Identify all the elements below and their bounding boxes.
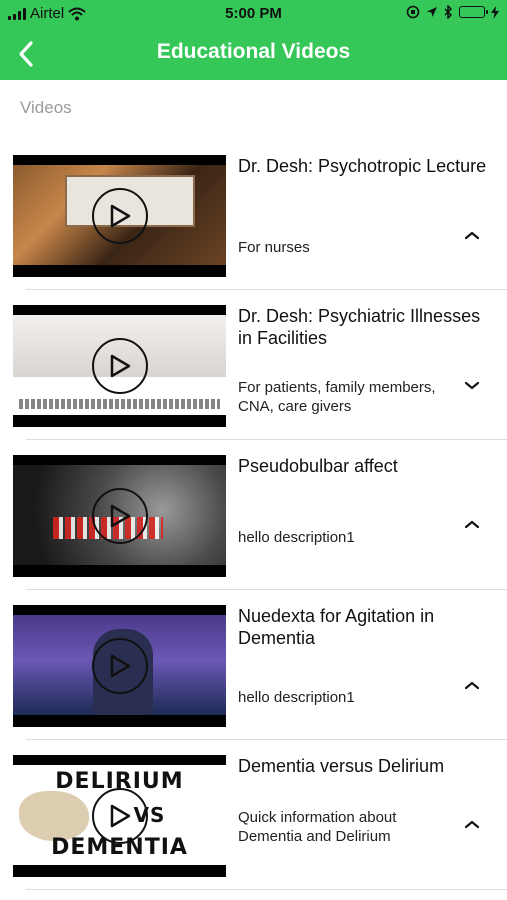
video-item[interactable]: Dr. Desh: Psychotropic Lecture For nurse… — [0, 140, 507, 290]
play-icon[interactable] — [91, 338, 148, 394]
location-icon — [427, 7, 437, 17]
video-title: Dr. Desh: Psychiatric Illnesses in Facil… — [238, 306, 481, 348]
video-description: For patients, family members, CNA, care … — [238, 379, 436, 415]
video-title: Pseudobulbar affect — [238, 456, 398, 476]
video-item[interactable]: Pseudobulbar affect hello description1 — [0, 440, 507, 590]
video-title: Dr. Desh: Psychotropic Lecture — [238, 156, 487, 176]
orientation-lock-icon — [406, 5, 420, 19]
chevron-up-icon[interactable] — [462, 228, 482, 242]
charging-icon — [491, 5, 499, 19]
video-title: Nuedexta for Agitation in Dementia — [238, 606, 435, 648]
play-icon[interactable] — [91, 638, 148, 694]
video-thumbnail[interactable] — [13, 455, 226, 577]
play-icon[interactable] — [91, 488, 148, 544]
video-item[interactable]: Dr. Desh: Psychiatric Illnesses in Facil… — [0, 290, 507, 440]
video-description: For nurses — [238, 239, 310, 256]
video-item[interactable]: DELIRIUM VS DEMENTIA Dementia versus Del… — [0, 740, 507, 890]
page-title: Educational Videos — [156, 40, 351, 63]
video-thumbnail[interactable] — [13, 155, 226, 277]
battery-icon — [459, 6, 488, 18]
row-divider — [26, 889, 507, 890]
chevron-up-icon[interactable] — [462, 678, 482, 692]
chevron-down-icon[interactable] — [462, 378, 482, 392]
video-title: Dementia versus Delirium — [238, 756, 445, 776]
video-thumbnail[interactable]: DELIRIUM VS DEMENTIA — [13, 755, 226, 877]
video-thumbnail[interactable] — [13, 605, 226, 727]
section-label: Videos — [20, 98, 72, 117]
play-icon[interactable] — [91, 188, 148, 244]
chevron-up-icon[interactable] — [462, 817, 482, 831]
nav-bar: Educational Videos — [0, 30, 507, 76]
chevron-up-icon[interactable] — [462, 517, 482, 531]
video-list: Dr. Desh: Psychotropic Lecture For nurse… — [0, 140, 507, 890]
status-bar: Airtel 5:00 PM — [0, 0, 507, 28]
video-description: hello description1 — [238, 529, 355, 546]
bluetooth-icon — [444, 5, 453, 19]
video-thumbnail[interactable] — [13, 305, 226, 427]
play-icon[interactable] — [91, 788, 148, 844]
video-description: hello description1 — [238, 689, 355, 706]
video-item[interactable]: Nuedexta for Agitation in Dementia hello… — [0, 590, 507, 740]
app-header: Airtel 5:00 PM Educational Videos — [0, 0, 507, 80]
video-description: Quick information about Dementia and Del… — [238, 809, 397, 845]
